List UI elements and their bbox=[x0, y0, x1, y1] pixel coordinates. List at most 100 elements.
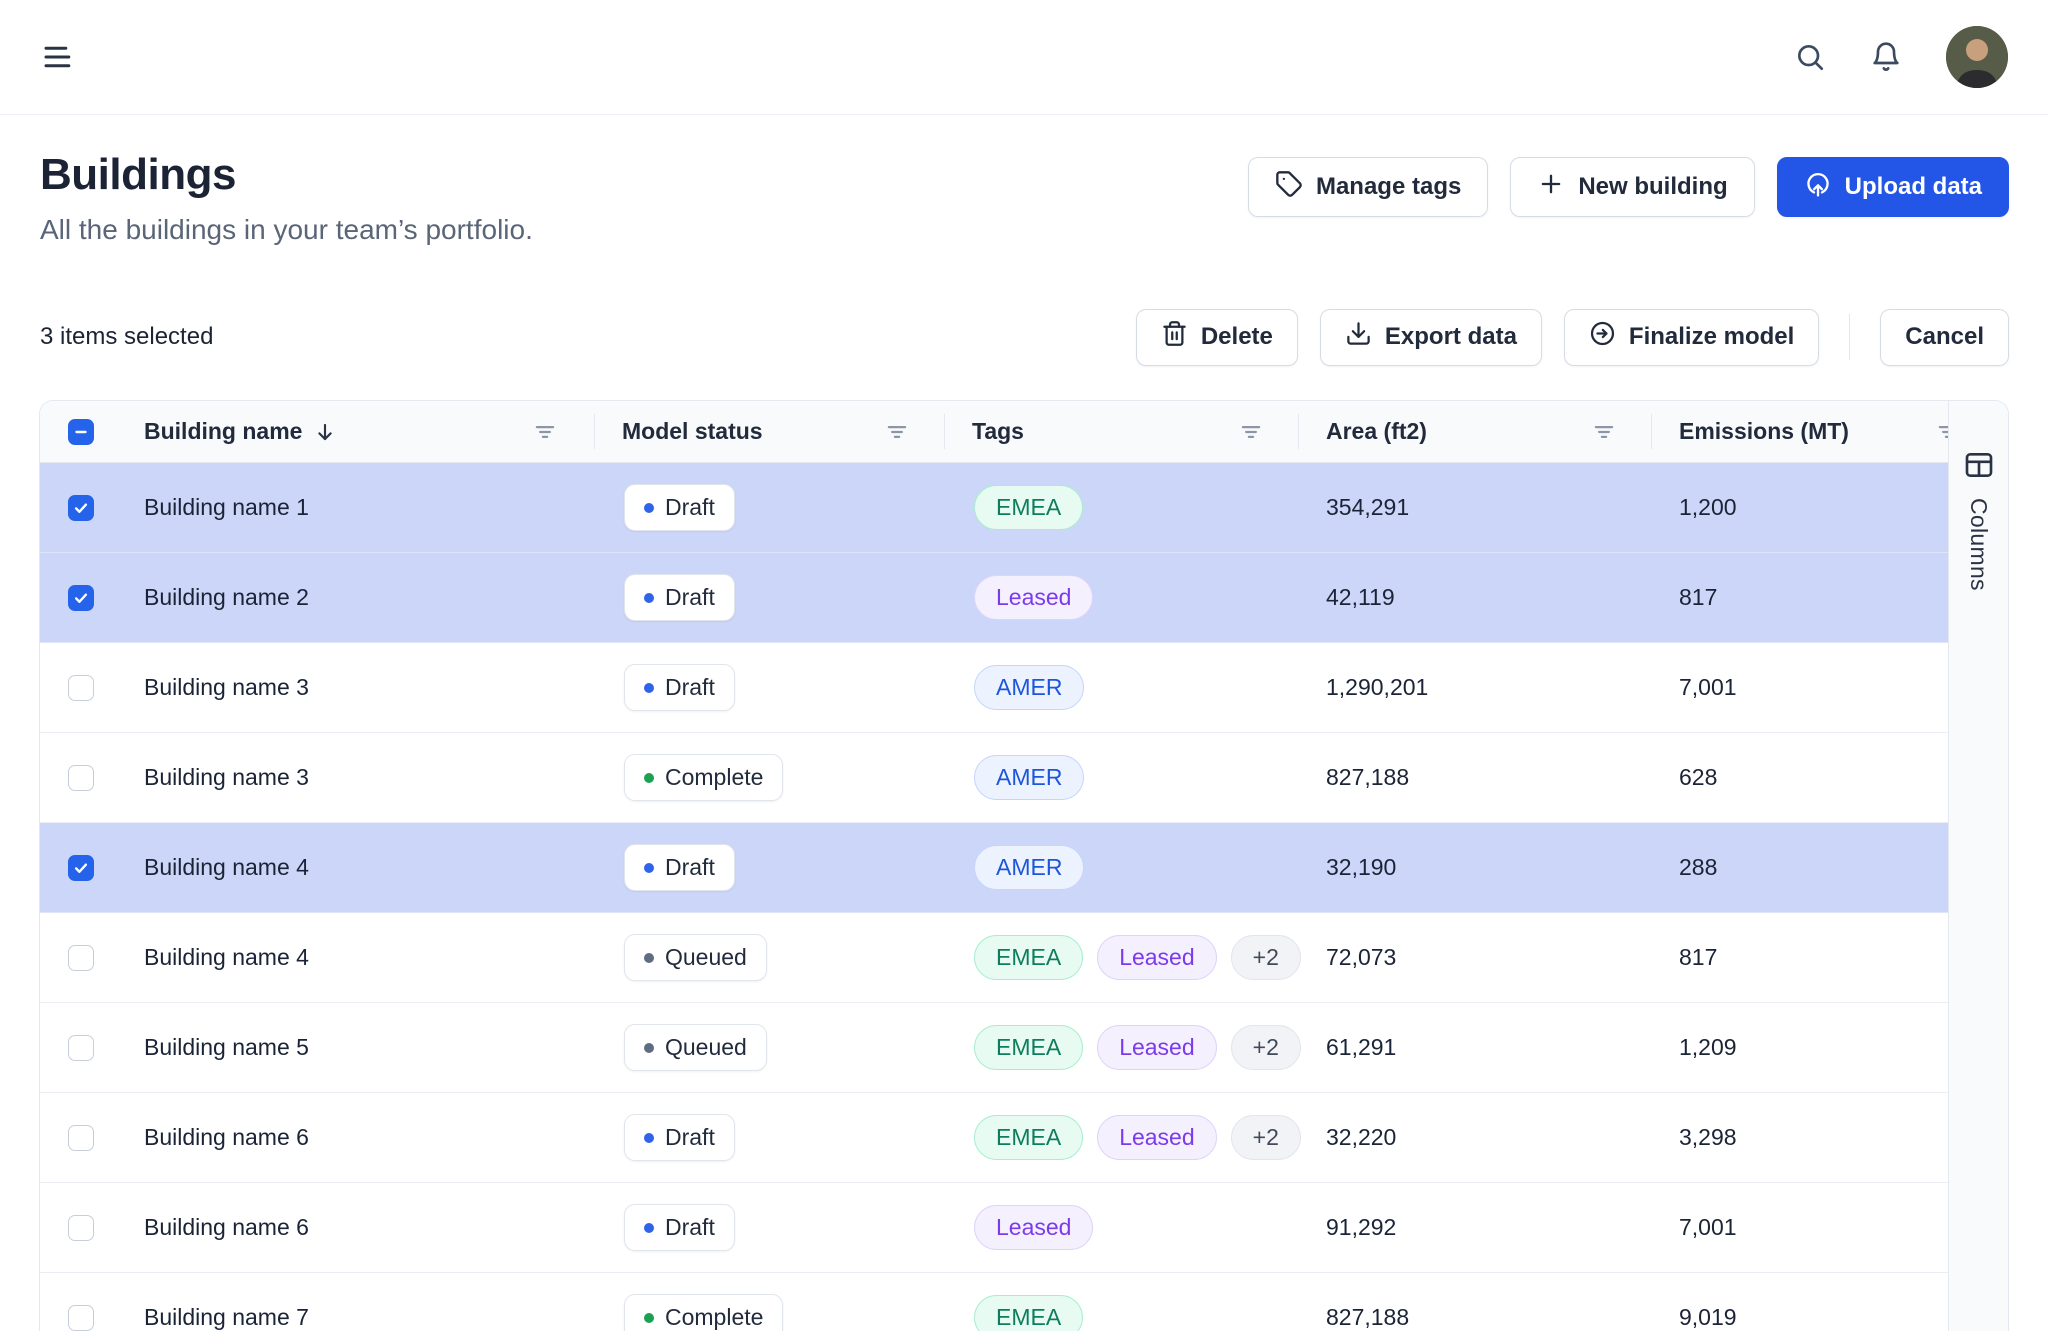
page-header: Buildings All the buildings in your team… bbox=[40, 150, 2009, 246]
table-header-row: Building name Model status Tags bbox=[40, 401, 1948, 463]
building-name-cell: Building name 3 bbox=[144, 674, 594, 701]
header-select-cell bbox=[40, 401, 144, 462]
model-status-cell: Draft bbox=[594, 844, 944, 891]
search-icon[interactable] bbox=[1794, 41, 1826, 73]
tag-badge: Leased bbox=[1097, 1115, 1216, 1160]
table-row[interactable]: Building name 2DraftLeased42,119817 bbox=[40, 553, 1948, 643]
select-all-checkbox[interactable] bbox=[68, 419, 94, 445]
status-dot-icon bbox=[644, 1133, 654, 1143]
emissions-cell: 7,001 bbox=[1651, 674, 1948, 701]
export-data-button[interactable]: Export data bbox=[1320, 309, 1542, 366]
building-name-cell: Building name 7 bbox=[144, 1304, 594, 1331]
status-label: Draft bbox=[665, 1214, 715, 1241]
table-row[interactable]: Building name 7CompleteEMEA827,1889,019 bbox=[40, 1273, 1948, 1331]
tags-cell: EMEA bbox=[944, 1295, 1298, 1331]
finalize-model-label: Finalize model bbox=[1629, 323, 1794, 351]
model-status-cell: Queued bbox=[594, 934, 944, 981]
filter-icon[interactable] bbox=[1238, 419, 1264, 445]
filter-icon[interactable] bbox=[1591, 419, 1617, 445]
tag-badge: EMEA bbox=[974, 1295, 1083, 1331]
manage-tags-label: Manage tags bbox=[1316, 173, 1461, 201]
row-checkbox[interactable] bbox=[68, 1215, 94, 1241]
manage-tags-button[interactable]: Manage tags bbox=[1248, 157, 1488, 217]
emissions-cell: 288 bbox=[1651, 854, 1948, 881]
user-avatar[interactable] bbox=[1946, 26, 2008, 88]
status-badge: Queued bbox=[624, 934, 767, 981]
sort-desc-icon[interactable] bbox=[312, 419, 338, 445]
row-checkbox[interactable] bbox=[68, 675, 94, 701]
row-select-cell bbox=[40, 1125, 144, 1151]
delete-button[interactable]: Delete bbox=[1136, 309, 1298, 366]
area-cell: 91,292 bbox=[1298, 1214, 1651, 1241]
row-checkbox[interactable] bbox=[68, 765, 94, 791]
model-status-cell: Draft bbox=[594, 1114, 944, 1161]
table-row[interactable]: Building name 4DraftAMER32,190288 bbox=[40, 823, 1948, 913]
row-checkbox[interactable] bbox=[68, 1035, 94, 1061]
tag-badge: EMEA bbox=[974, 485, 1083, 530]
columns-panel-toggle[interactable]: Columns bbox=[1948, 401, 2008, 1331]
status-dot-icon bbox=[644, 863, 654, 873]
building-name-cell: Building name 1 bbox=[144, 494, 594, 521]
upload-data-button[interactable]: Upload data bbox=[1777, 157, 2009, 217]
table-row[interactable]: Building name 1DraftEMEA354,2911,200 bbox=[40, 463, 1948, 553]
building-name-cell: Building name 4 bbox=[144, 854, 594, 881]
table-row[interactable]: Building name 6DraftLeased91,2927,001 bbox=[40, 1183, 1948, 1273]
menu-icon[interactable] bbox=[40, 39, 76, 75]
header-actions: Manage tags New building bbox=[1248, 157, 2009, 217]
row-select-cell bbox=[40, 1035, 144, 1061]
toolbar-divider bbox=[1849, 314, 1850, 360]
download-icon bbox=[1345, 320, 1372, 354]
row-checkbox[interactable] bbox=[68, 495, 94, 521]
new-building-button[interactable]: New building bbox=[1510, 157, 1754, 217]
status-label: Draft bbox=[665, 1124, 715, 1151]
row-checkbox[interactable] bbox=[68, 1305, 94, 1331]
emissions-cell: 817 bbox=[1651, 944, 1948, 971]
status-dot-icon bbox=[644, 1223, 654, 1233]
tags-cell: AMER bbox=[944, 665, 1298, 710]
column-header-model-status: Model status bbox=[594, 401, 944, 462]
column-header-area: Area (ft2) bbox=[1298, 401, 1651, 462]
row-checkbox[interactable] bbox=[68, 945, 94, 971]
check-icon bbox=[72, 859, 90, 877]
status-badge: Draft bbox=[624, 484, 735, 531]
bell-icon[interactable] bbox=[1870, 41, 1902, 73]
selected-count: 3 items selected bbox=[40, 323, 213, 351]
filter-icon[interactable] bbox=[532, 419, 558, 445]
table-row[interactable]: Building name 6DraftEMEALeased+232,2203,… bbox=[40, 1093, 1948, 1183]
row-checkbox[interactable] bbox=[68, 585, 94, 611]
tag-icon bbox=[1275, 170, 1303, 205]
tags-cell: AMER bbox=[944, 845, 1298, 890]
status-label: Complete bbox=[665, 1304, 763, 1331]
status-badge: Complete bbox=[624, 1294, 783, 1331]
tag-badge: EMEA bbox=[974, 1025, 1083, 1070]
filter-icon[interactable] bbox=[1935, 419, 1948, 445]
buildings-table-card: Building name Model status Tags bbox=[39, 400, 2009, 1331]
tags-cell: AMER bbox=[944, 755, 1298, 800]
row-checkbox[interactable] bbox=[68, 1125, 94, 1151]
upload-data-label: Upload data bbox=[1845, 173, 1982, 201]
model-status-cell: Draft bbox=[594, 574, 944, 621]
trash-icon bbox=[1161, 320, 1188, 354]
status-label: Queued bbox=[665, 1034, 747, 1061]
table-row[interactable]: Building name 4QueuedEMEALeased+272,0738… bbox=[40, 913, 1948, 1003]
row-select-cell bbox=[40, 1305, 144, 1331]
area-cell: 32,190 bbox=[1298, 854, 1651, 881]
finalize-model-button[interactable]: Finalize model bbox=[1564, 309, 1819, 366]
tag-badge: EMEA bbox=[974, 935, 1083, 980]
model-status-cell: Complete bbox=[594, 754, 944, 801]
table-row[interactable]: Building name 3CompleteAMER827,188628 bbox=[40, 733, 1948, 823]
table-row[interactable]: Building name 5QueuedEMEALeased+261,2911… bbox=[40, 1003, 1948, 1093]
topbar-right bbox=[1794, 26, 2008, 88]
row-checkbox[interactable] bbox=[68, 855, 94, 881]
table-row[interactable]: Building name 3DraftAMER1,290,2017,001 bbox=[40, 643, 1948, 733]
table-data-area: Building name Model status Tags bbox=[40, 401, 1948, 1331]
emissions-cell: 1,200 bbox=[1651, 494, 1948, 521]
tags-cell: EMEA bbox=[944, 485, 1298, 530]
cancel-button[interactable]: Cancel bbox=[1880, 309, 2009, 366]
area-cell: 1,290,201 bbox=[1298, 674, 1651, 701]
column-header-tags: Tags bbox=[944, 401, 1298, 462]
filter-icon[interactable] bbox=[884, 419, 910, 445]
status-dot-icon bbox=[644, 503, 654, 513]
status-label: Draft bbox=[665, 584, 715, 611]
tags-cell: Leased bbox=[944, 1205, 1298, 1250]
